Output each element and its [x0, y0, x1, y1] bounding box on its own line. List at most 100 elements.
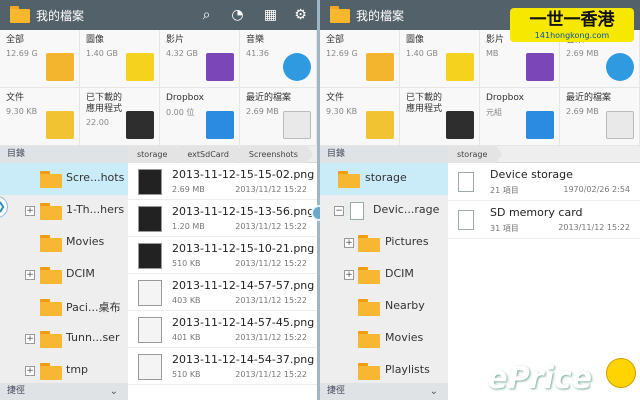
- breadcrumb-item[interactable]: storage: [128, 146, 183, 163]
- tree-item-movies[interactable]: Movies: [320, 323, 448, 355]
- list-item[interactable]: 2013-11-12-14-57-57.png 403 KB 2013/11/1…: [128, 274, 317, 311]
- category-label: Dropbox: [486, 93, 524, 103]
- category-label: 全部: [6, 35, 25, 45]
- tree-item-dcim[interactable]: + DCIM: [0, 259, 128, 291]
- breadcrumb: storage extSdCard Screenshots: [128, 146, 317, 163]
- file-date: 2013/11/12 15:22: [235, 296, 307, 305]
- breadcrumb-item[interactable]: storage: [448, 146, 503, 163]
- category-recent-files[interactable]: 最近的檔案 2.69 MB: [560, 88, 640, 146]
- folder-icon: [330, 6, 350, 23]
- storage-date: 2013/11/12 15:22: [558, 223, 630, 232]
- category-label: 文件: [6, 93, 25, 103]
- category-label: 已下載的應用程式: [86, 93, 123, 114]
- expand-icon[interactable]: +: [344, 238, 354, 248]
- right-file-manager-panel: 我的檔案 全部 12.69 G 圖像 1.40 GB 影片 MB 音樂 2.69…: [320, 0, 640, 400]
- category-size: 2.69 MB: [566, 49, 599, 58]
- list-item[interactable]: 2013-11-12-15-13-56.png 1.20 MB 2013/11/…: [128, 200, 317, 237]
- tree-item-nearby[interactable]: Nearby: [320, 291, 448, 323]
- storage-usage-icon[interactable]: ◔: [229, 7, 246, 24]
- tree-item-label: DCIM: [385, 267, 414, 280]
- shortcuts-header[interactable]: 捷徑 ⌄: [320, 383, 448, 400]
- tree-item-label: storage: [365, 171, 407, 184]
- folder-tree: storage − Devic...rage + Pictures + DCIM…: [320, 163, 448, 383]
- search-icon[interactable]: ⌕: [198, 7, 215, 24]
- file-size: 1.20 MB: [172, 222, 205, 231]
- category-all[interactable]: 全部 12.69 G: [320, 30, 400, 88]
- shortcuts-label: 捷徑: [327, 386, 346, 396]
- tree-item-label: Tunn...ser: [66, 331, 120, 344]
- list-item[interactable]: Device storage 21 項目 1970/02/26 2:54: [448, 163, 640, 201]
- list-item[interactable]: 2013-11-12-14-54-37.png 510 KB 2013/11/1…: [128, 348, 317, 385]
- image-thumbnail: [138, 317, 162, 343]
- tree-item-tunn[interactable]: + Tunn...ser: [0, 323, 128, 355]
- list-item[interactable]: 2013-11-12-15-15-02.png 2.69 MB 2013/11/…: [128, 163, 317, 200]
- directory-header: 目錄: [320, 146, 448, 163]
- grid-view-icon[interactable]: ▦: [262, 7, 279, 24]
- category-dropbox[interactable]: Dropbox 0.00 位: [160, 88, 240, 146]
- file-date: 2013/11/12 15:22: [235, 370, 307, 379]
- folder-icon: [40, 235, 62, 252]
- tree-item-label: Scre...hots: [66, 171, 125, 184]
- tree-item-label: Movies: [385, 331, 424, 344]
- images-icon: [126, 53, 154, 81]
- expand-icon[interactable]: +: [344, 270, 354, 280]
- list-item[interactable]: SD memory card 31 項目 2013/11/12 15:22: [448, 201, 640, 239]
- folder-tree: Scre...hots + 1-Th...hers Movies + DCIM …: [0, 163, 128, 383]
- category-size: 9.30 KB: [326, 107, 358, 116]
- expand-icon[interactable]: +: [25, 206, 35, 216]
- tree-item-label: Devic...rage: [373, 203, 440, 216]
- file-name: 2013-11-12-15-15-02.png: [172, 168, 315, 181]
- category-all[interactable]: 全部 12.69 G: [0, 30, 80, 88]
- category-size: 0.00 位: [166, 108, 195, 117]
- shortcuts-header[interactable]: 捷徑 ⌄: [0, 383, 128, 400]
- folder-icon: [358, 267, 380, 284]
- file-date: 2013/11/12 15:22: [235, 185, 307, 194]
- tree-item-dcim[interactable]: + DCIM: [320, 259, 448, 291]
- expand-icon[interactable]: +: [25, 334, 35, 344]
- category-videos[interactable]: 影片 4.32 GB: [160, 30, 240, 88]
- folder-settings-icon[interactable]: ⚙: [292, 7, 309, 24]
- tree-item-pictures[interactable]: + Pictures: [320, 227, 448, 259]
- documents-icon: [366, 111, 394, 139]
- category-images[interactable]: 圖像 1.40 GB: [400, 30, 480, 88]
- tree-item-screenshots[interactable]: Scre...hots: [0, 163, 128, 195]
- tree-item-movies[interactable]: Movies: [0, 227, 128, 259]
- tree-item-label: Paci...桌布: [66, 301, 121, 314]
- tree-item-device-storage[interactable]: − Devic...rage: [320, 195, 448, 227]
- category-label: 文件: [326, 93, 345, 103]
- tree-item-1-th[interactable]: + 1-Th...hers: [0, 195, 128, 227]
- recent-files-icon: [606, 111, 634, 139]
- breadcrumb-item[interactable]: extSdCard: [178, 146, 244, 163]
- category-images[interactable]: 圖像 1.40 GB: [80, 30, 160, 88]
- folder-open-icon: [338, 171, 360, 188]
- list-item[interactable]: 2013-11-12-15-10-21.png 510 KB 2013/11/1…: [128, 237, 317, 274]
- download-icon: [446, 111, 474, 139]
- tree-item-paci[interactable]: Paci...桌布: [0, 291, 128, 323]
- category-recent-files[interactable]: 最近的檔案 2.69 MB: [240, 88, 317, 146]
- tree-item-storage[interactable]: storage: [320, 163, 448, 195]
- device-storage-icon: [350, 202, 364, 220]
- category-dropbox[interactable]: Dropbox 元組: [480, 88, 560, 146]
- category-size: 41.36: [246, 49, 269, 58]
- tree-item-label: 1-Th...hers: [66, 203, 125, 216]
- category-music[interactable]: 音樂 41.36: [240, 30, 317, 88]
- folder-icon: [40, 171, 62, 188]
- category-documents[interactable]: 文件 9.30 KB: [320, 88, 400, 146]
- collapse-icon[interactable]: −: [334, 206, 344, 216]
- expand-icon[interactable]: +: [25, 366, 35, 376]
- breadcrumb: storage: [448, 146, 640, 163]
- eprice-watermark: ePrice: [487, 361, 592, 396]
- file-date: 2013/11/12 15:22: [235, 333, 307, 342]
- category-documents[interactable]: 文件 9.30 KB: [0, 88, 80, 146]
- category-downloaded-apps[interactable]: 已下載的應用程式 22.00: [80, 88, 160, 146]
- category-downloaded-apps[interactable]: 已下載的應用程式: [400, 88, 480, 146]
- category-label: 圖像: [406, 35, 425, 45]
- image-thumbnail: [138, 206, 162, 232]
- all-files-icon: [46, 53, 74, 81]
- expand-icon[interactable]: +: [25, 270, 35, 280]
- breadcrumb-item[interactable]: Screenshots: [239, 146, 313, 163]
- category-label: 全部: [326, 35, 345, 45]
- file-size: 401 KB: [172, 333, 201, 342]
- list-item[interactable]: 2013-11-12-14-57-45.png 401 KB 2013/11/1…: [128, 311, 317, 348]
- image-thumbnail: [138, 280, 162, 306]
